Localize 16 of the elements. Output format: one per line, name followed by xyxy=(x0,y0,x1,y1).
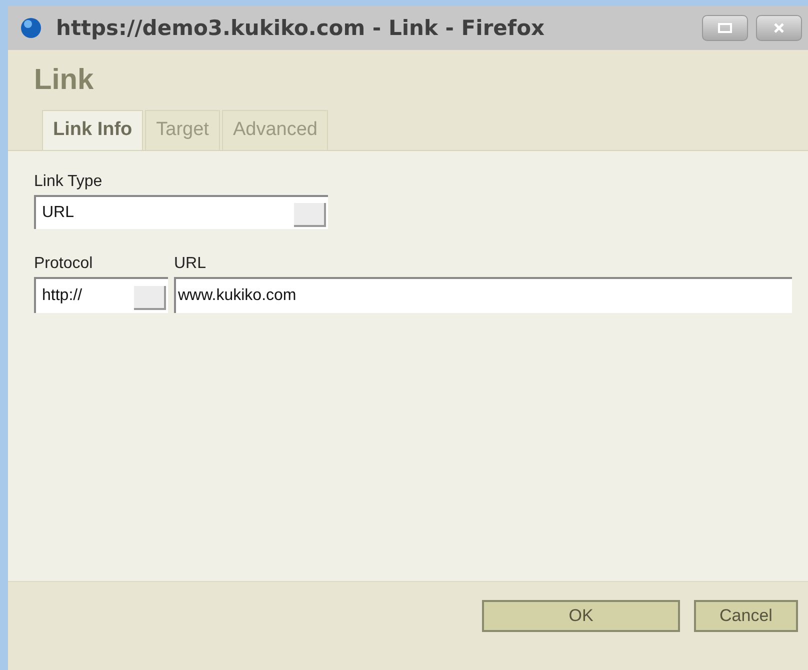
url-input-field[interactable]: www.kukiko.com xyxy=(174,277,792,313)
globe-icon xyxy=(20,17,42,39)
field-label: Protocol xyxy=(34,255,93,273)
link-type-dropdown[interactable]: URL xyxy=(34,195,328,229)
minimize-button[interactable] xyxy=(702,15,748,41)
close-button[interactable] xyxy=(756,15,802,41)
close-icon xyxy=(773,23,785,33)
field-label: URL xyxy=(174,255,206,273)
window-title: https://demo3.kukiko.com - Link - Firefox xyxy=(56,16,546,40)
tab[interactable]: Link Info xyxy=(42,110,144,151)
field-label: Link Type xyxy=(34,173,102,191)
protocol-dropdown[interactable]: http:// xyxy=(34,277,168,313)
minimize-icon xyxy=(718,23,732,33)
ok-button[interactable]: OK xyxy=(482,600,680,632)
cancel-button[interactable]: Cancel xyxy=(694,600,798,632)
dialog-title: Link xyxy=(33,63,95,98)
